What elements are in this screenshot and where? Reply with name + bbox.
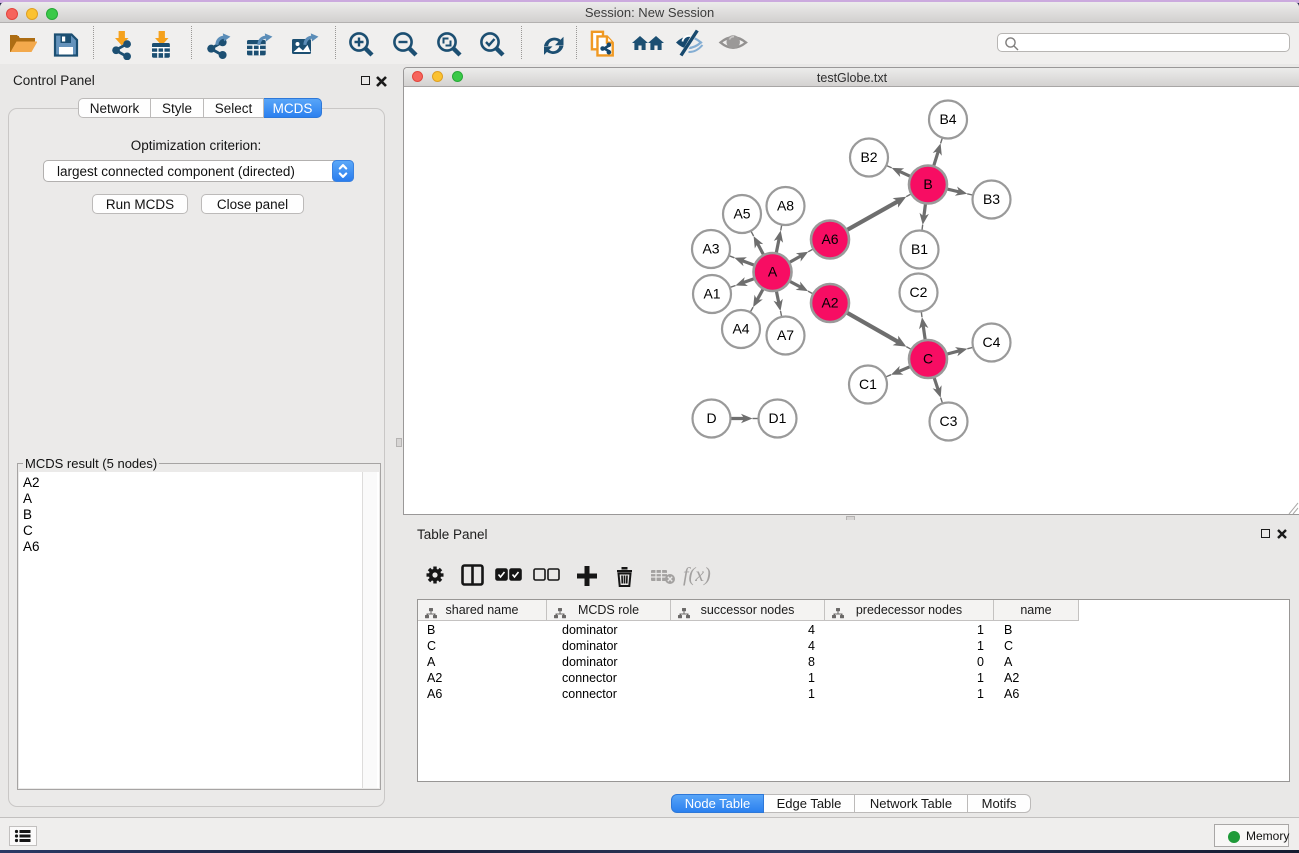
svg-text:C4: C4 (983, 334, 1001, 350)
svg-text:A2: A2 (821, 295, 838, 311)
svg-text:B2: B2 (860, 149, 877, 165)
svg-text:D1: D1 (769, 410, 787, 426)
svg-text:B4: B4 (939, 111, 956, 127)
svg-text:A: A (768, 264, 778, 280)
svg-text:B: B (923, 176, 932, 192)
svg-text:C2: C2 (910, 284, 928, 300)
svg-text:A4: A4 (732, 321, 749, 337)
svg-text:A5: A5 (733, 206, 750, 222)
svg-text:A6: A6 (821, 231, 838, 247)
svg-text:C3: C3 (940, 413, 958, 429)
svg-text:A8: A8 (777, 198, 794, 214)
svg-text:B3: B3 (983, 191, 1000, 207)
svg-text:A3: A3 (702, 241, 719, 257)
svg-text:C1: C1 (859, 376, 877, 392)
svg-text:D: D (706, 410, 716, 426)
svg-text:A1: A1 (703, 286, 720, 302)
svg-text:A7: A7 (777, 327, 794, 343)
svg-text:C: C (923, 351, 933, 367)
svg-text:B1: B1 (911, 241, 928, 257)
